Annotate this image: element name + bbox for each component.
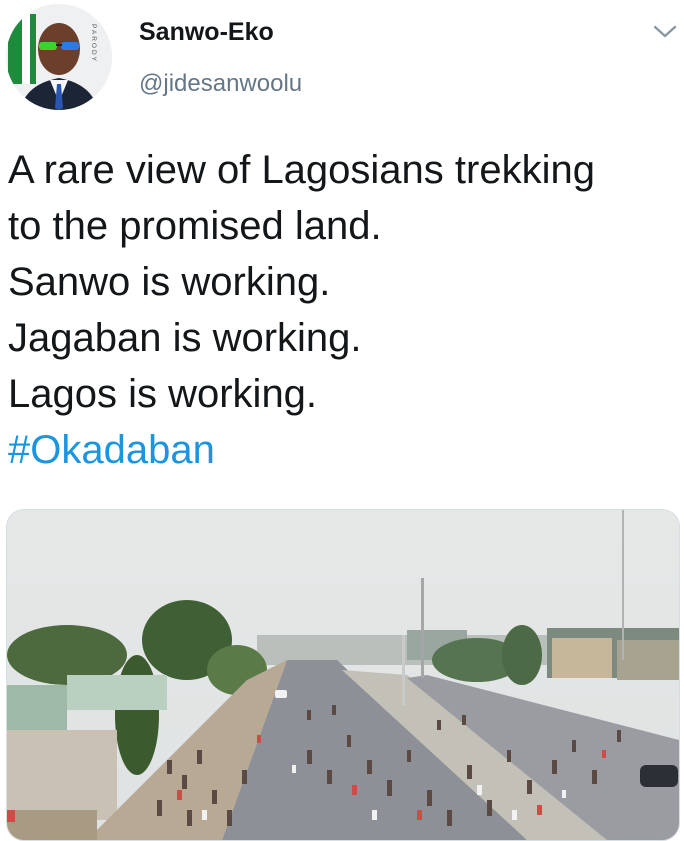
hashtag-link[interactable]: #Okadaban [8, 422, 678, 478]
tweet-text-line: Lagos is working. [8, 372, 318, 416]
user-handle[interactable]: @jidesanwoolu [139, 70, 302, 98]
avatar-badge-text: PARODY [90, 24, 97, 63]
tweet-text: A rare view of Lagosians trekking to the… [8, 142, 678, 478]
tweet-photo[interactable] [6, 509, 680, 841]
display-name[interactable]: Sanwo-Eko [139, 18, 274, 47]
chevron-down-icon[interactable] [652, 22, 678, 42]
tweet-text-line: to the promised land. [8, 204, 382, 248]
avatar[interactable]: PARODY [6, 4, 112, 110]
street-crowd-photo [7, 510, 679, 840]
tweet-header: PARODY Sanwo-Eko @jidesanwoolu [0, 0, 684, 120]
tweet-text-line: A rare view of Lagosians trekking [8, 148, 595, 192]
avatar-image: PARODY [6, 4, 112, 110]
tweet-text-line: Jagaban is working. [8, 316, 362, 360]
tweet-text-line: Sanwo is working. [8, 260, 331, 304]
